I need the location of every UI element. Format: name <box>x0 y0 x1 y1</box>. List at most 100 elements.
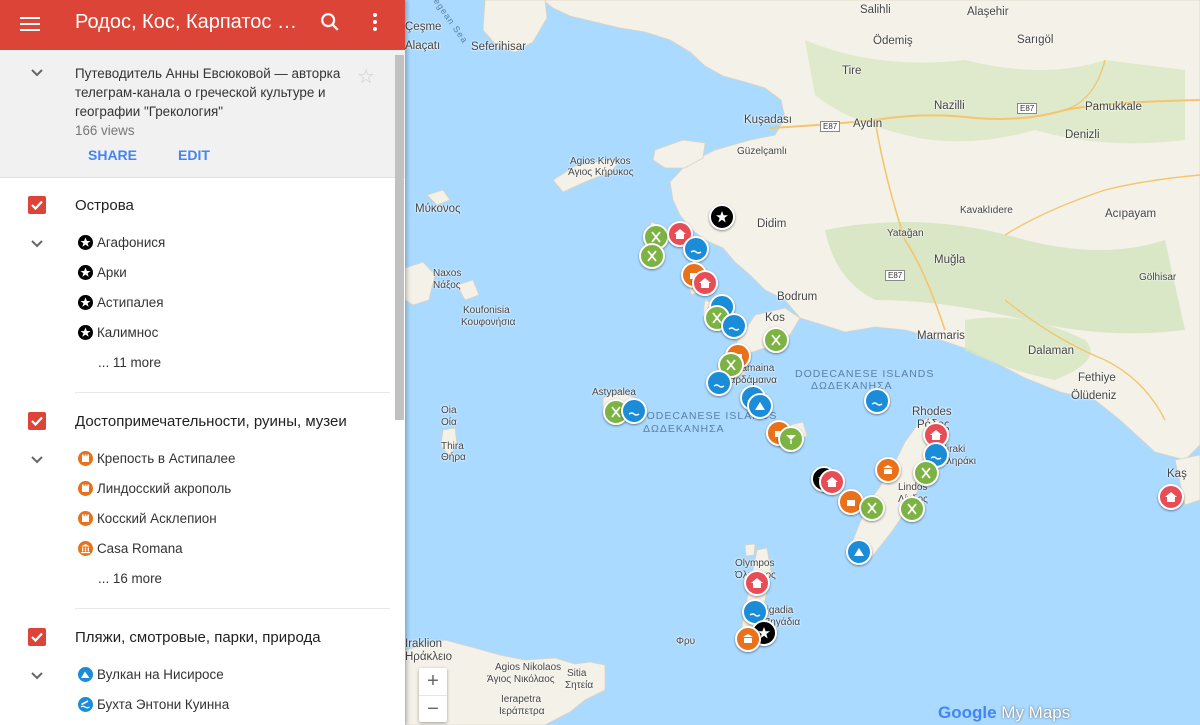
scrollbar[interactable] <box>395 55 404 420</box>
divider <box>75 608 390 609</box>
layer-checkbox-sights[interactable] <box>28 412 46 430</box>
logo-suffix: My Maps <box>1001 703 1071 722</box>
mountain-icon[interactable] <box>846 539 872 565</box>
list-item[interactable]: Астипалея <box>78 295 163 310</box>
place-label: Oia <box>441 405 457 416</box>
place-label: Άγιος Νικόλαος <box>487 674 555 685</box>
list-item[interactable]: Бухта Энтони Куинна <box>78 697 229 712</box>
layer-checkbox-beaches[interactable] <box>28 628 46 646</box>
water-label: DODECANESE ISLANDS <box>795 368 935 380</box>
place-label: Ölüdeniz <box>1071 390 1117 402</box>
hotel-icon[interactable] <box>1158 484 1184 510</box>
place-label: Ierapetra <box>501 694 542 705</box>
place-label: Pamukkale <box>1085 101 1142 113</box>
place-label: Alaşehir <box>967 6 1009 18</box>
beach-icon[interactable] <box>621 398 647 424</box>
place-label: Κουφονήσια <box>461 317 516 328</box>
map-canvas[interactable]: Aegean Sea DODECANESE ISLANDS ΔΩΔΕΚΑΝΗΣΑ… <box>405 0 1200 725</box>
place-label: Yatağan <box>887 228 924 239</box>
logo-google: Google <box>938 703 997 722</box>
place-label: Μύκονος <box>415 203 461 215</box>
hotel-icon[interactable] <box>744 570 770 596</box>
star-marker-icon <box>78 235 93 250</box>
place-label: Iraklion <box>405 638 443 650</box>
app-bar: Родос, Кос, Карпатос и д... <box>0 0 405 50</box>
place-label: Naxos <box>433 268 462 279</box>
place-label: Sarıgöl <box>1017 34 1054 46</box>
place-label: Ηράκλειο <box>405 651 453 663</box>
place-label: Koufonisia <box>463 305 510 316</box>
zoom-out-button[interactable]: − <box>419 696 447 723</box>
beach-icon <box>78 697 93 712</box>
list-item-label: Агафонися <box>97 235 166 250</box>
list-item[interactable]: Косский Асклепион <box>78 511 217 526</box>
mountain-icon[interactable] <box>747 393 773 419</box>
place-label: Kuşadası <box>744 114 792 126</box>
place-label: Çeşme <box>405 21 442 33</box>
share-button[interactable]: SHARE <box>88 147 137 163</box>
chevron-down-icon[interactable] <box>30 239 44 249</box>
restaurant-icon[interactable] <box>763 327 789 353</box>
zoom-control: + − <box>419 668 447 722</box>
beach-icon[interactable] <box>864 388 890 414</box>
list-item[interactable]: Калимнос <box>78 325 158 340</box>
place-label: Σητεία <box>565 680 594 691</box>
sidebar: Родос, Кос, Карпатос и д... Путеводитель… <box>0 0 405 725</box>
restaurant-icon[interactable] <box>913 460 939 486</box>
list-item[interactable]: Вулкан на Нисиросе <box>78 667 224 682</box>
museum-icon[interactable] <box>875 457 901 483</box>
more-link[interactable]: ... 16 more <box>98 571 162 586</box>
restaurant-icon[interactable] <box>859 495 885 521</box>
restaurant-icon[interactable] <box>899 496 925 522</box>
place-label: Sitia <box>567 668 587 679</box>
place-label: Ödemiş <box>873 35 913 47</box>
place-label: Astypalea <box>592 387 636 398</box>
cocktail-icon[interactable] <box>778 426 804 452</box>
place-label: Gölhisar <box>1139 272 1177 283</box>
chevron-down-icon[interactable] <box>30 455 44 465</box>
star-icon[interactable]: ☆ <box>357 64 375 89</box>
place-label: Kos <box>765 312 785 324</box>
place-label: Θήρα <box>441 452 466 463</box>
hotel-icon[interactable] <box>692 270 718 296</box>
list-item[interactable]: Крепость в Астипалее <box>78 451 235 466</box>
menu-icon[interactable] <box>20 13 40 37</box>
place-label: Acıpayam <box>1105 208 1157 220</box>
edit-button[interactable]: EDIT <box>178 147 210 163</box>
list-item[interactable]: Casa Romana <box>78 541 183 556</box>
castle-icon <box>78 481 93 496</box>
divider <box>75 392 390 393</box>
list-item[interactable]: Арки <box>78 265 127 280</box>
museum-icon[interactable] <box>735 626 761 652</box>
google-my-maps-logo: Google My Maps <box>938 703 1070 723</box>
more-vert-icon[interactable] <box>372 11 378 33</box>
search-icon[interactable] <box>319 11 341 33</box>
place-label: Άγιος Κήρυκος <box>568 167 634 178</box>
road-shield: E87 <box>1017 103 1038 114</box>
place-label: Güzelçamlı <box>737 146 788 157</box>
beach-icon[interactable] <box>721 313 747 339</box>
chevron-down-icon[interactable] <box>30 671 44 681</box>
list-item[interactable]: Агафонися <box>78 235 165 250</box>
castle-icon <box>78 451 93 466</box>
beach-icon[interactable] <box>683 236 709 262</box>
beach-icon[interactable] <box>706 370 732 396</box>
list-item-label: Арки <box>97 265 127 280</box>
more-link[interactable]: ... 11 more <box>98 355 161 370</box>
restaurant-icon[interactable] <box>639 243 665 269</box>
place-label: Kaş <box>1167 468 1187 480</box>
place-label: Olympos <box>735 558 775 569</box>
star-marker-icon <box>78 325 93 340</box>
star-marker-icon[interactable] <box>709 204 735 230</box>
chevron-down-icon[interactable] <box>30 68 44 78</box>
place-label: Ιεράπετρα <box>499 706 545 717</box>
map-title: Родос, Кос, Карпатос и д... <box>75 11 307 33</box>
place-label: Denizli <box>1065 129 1100 141</box>
place-label: Fethiye <box>1078 372 1116 384</box>
list-item[interactable]: Линдосский акрополь <box>78 481 231 496</box>
place-label: Bodrum <box>777 291 818 303</box>
hotel-icon[interactable] <box>819 469 845 495</box>
layer-checkbox-islands[interactable] <box>28 196 46 214</box>
list-item-label: Casa Romana <box>97 541 183 556</box>
zoom-in-button[interactable]: + <box>419 668 447 696</box>
